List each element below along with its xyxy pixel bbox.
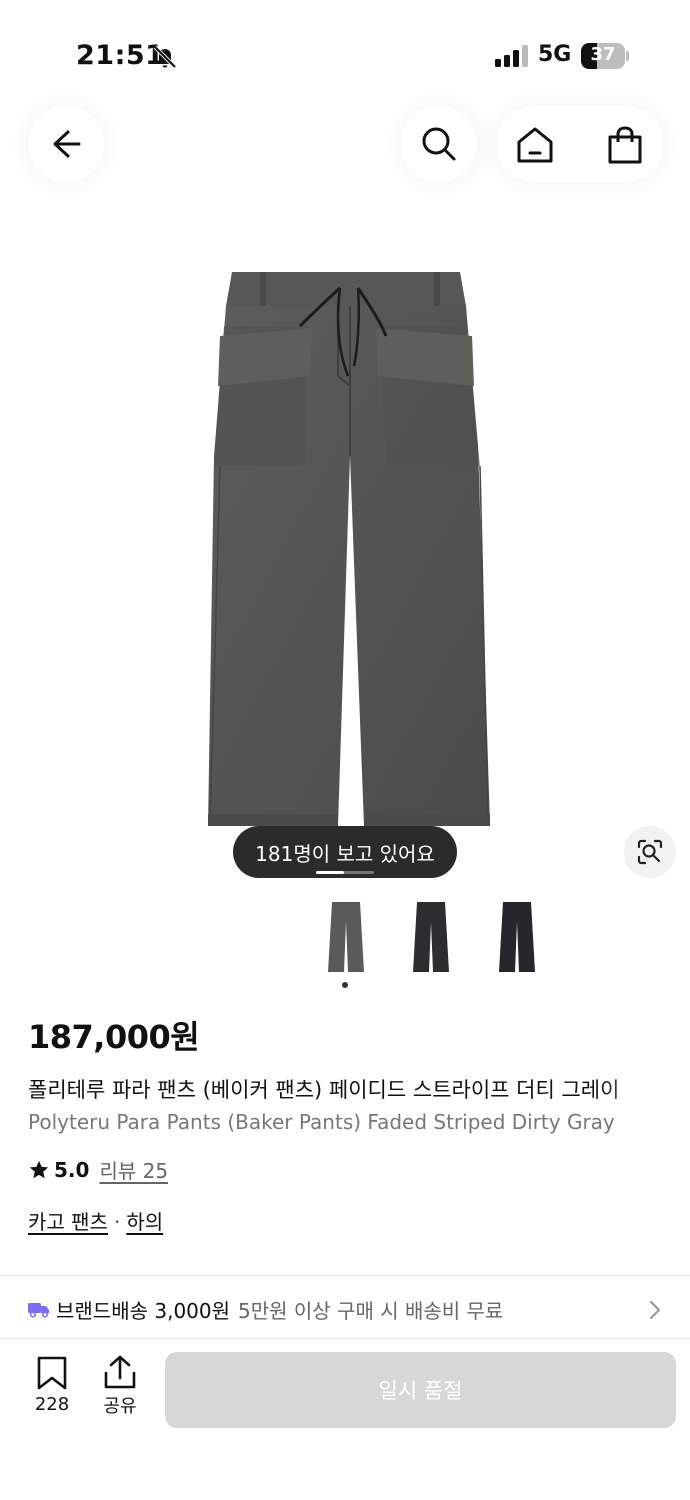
chevron-right-icon[interactable] — [647, 1298, 663, 1322]
status-bar: 21:51 5G 37 — [0, 0, 690, 110]
thumbnail-1[interactable] — [326, 900, 366, 974]
header-actions — [497, 106, 663, 182]
bell-off-icon — [153, 45, 177, 69]
thumbnail-3[interactable] — [497, 900, 537, 974]
gallery-progress-active — [316, 871, 344, 874]
product-image[interactable] — [0, 230, 690, 890]
category-breadcrumb: 카고 팬츠 · 하의 — [28, 1206, 163, 1235]
thumbnail-3-fill — [499, 902, 535, 972]
review-link[interactable]: 리뷰 25 — [99, 1155, 168, 1184]
thumbnail-2-fill — [413, 902, 449, 972]
bookmark-count: 228 — [34, 1394, 70, 1415]
shipping-row[interactable]: 브랜드배송 3,000원 5만원 이상 구매 시 배송비 무료 — [28, 1294, 668, 1324]
soldout-button[interactable]: 일시 품절 — [165, 1352, 676, 1428]
share-label: 공유 — [103, 1396, 137, 1417]
shipping-label: 브랜드배송 3,000원 — [56, 1298, 231, 1323]
product-price: 187,000원 — [28, 1018, 200, 1056]
shipping-description: 5만원 이상 구매 시 배송비 무료 — [238, 1298, 504, 1323]
star-icon — [29, 1160, 49, 1178]
share-icon — [104, 1355, 136, 1389]
shopping-bag-icon[interactable] — [605, 125, 645, 165]
back-arrow-icon — [53, 130, 81, 158]
share-button[interactable]: 공유 — [98, 1352, 142, 1418]
rating-row: 5.0 리뷰 25 — [28, 1155, 168, 1184]
battery-percent: 37 — [590, 44, 616, 65]
name-fade-overlay — [600, 1070, 690, 1104]
image-search-button[interactable] — [624, 826, 676, 878]
category-link-cargo-pants[interactable]: 카고 팬츠 — [28, 1210, 108, 1234]
signal-icon — [495, 45, 528, 67]
lens-scan-icon — [637, 839, 663, 865]
bookmark-button[interactable]: 228 — [28, 1352, 76, 1415]
rating-value: 5.0 — [54, 1157, 90, 1182]
network-type: 5G — [538, 42, 572, 67]
thumbnail-selected-dot — [342, 982, 348, 988]
battery-icon: 37 — [581, 43, 629, 69]
home-icon[interactable] — [515, 126, 555, 164]
thumbnail-1-fill — [328, 902, 364, 972]
category-link-bottoms[interactable]: 하의 — [126, 1210, 163, 1234]
truck-icon — [28, 1303, 49, 1318]
thumbnail-2[interactable] — [411, 900, 451, 974]
product-name-korean: 폴리테루 파라 팬츠 (베이커 팬츠) 페이디드 스트라이프 더티 그레이 — [28, 1078, 620, 1102]
category-separator: · — [113, 1210, 121, 1234]
pants-illustration — [208, 272, 490, 827]
search-icon — [422, 127, 456, 161]
product-name-english: Polyteru Para Pants (Baker Pants) Faded … — [28, 1110, 615, 1134]
search-button[interactable] — [401, 106, 477, 182]
back-button[interactable] — [28, 106, 104, 182]
bookmark-icon — [37, 1356, 67, 1390]
divider — [0, 1275, 690, 1276]
